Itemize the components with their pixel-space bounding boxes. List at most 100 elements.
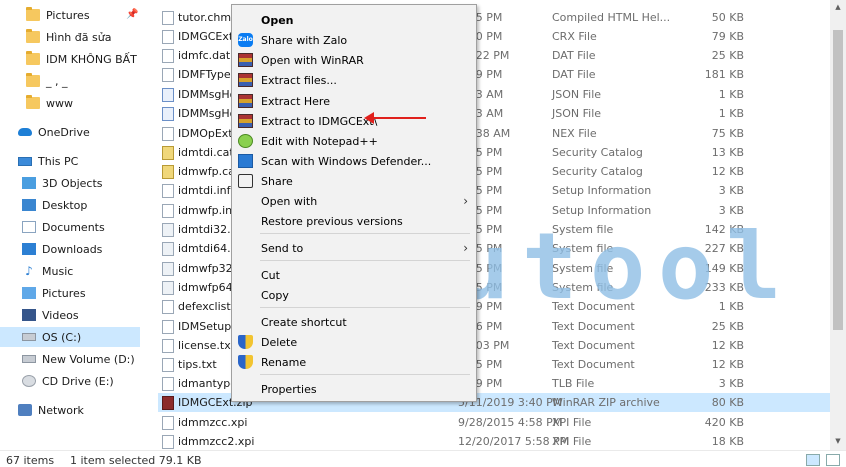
file-size: 13 KB	[711, 146, 744, 159]
nav-item-documents[interactable]: Documents	[0, 217, 140, 237]
menu-item-properties[interactable]: Properties	[232, 379, 476, 399]
nav-label: CD Drive (E:)	[42, 374, 114, 388]
menu-item-copy[interactable]: Copy	[232, 285, 476, 305]
file-size: 3 KB	[718, 377, 744, 390]
file-icon	[162, 377, 174, 391]
file-size: 227 KB	[704, 242, 744, 255]
file-size: 79 KB	[711, 30, 744, 43]
nav-item-folder-blank[interactable]: _ , _	[0, 71, 140, 91]
file-size: 1 KB	[718, 88, 744, 101]
file-name: idmwfp.inf	[178, 204, 237, 217]
json-file-icon	[162, 88, 174, 102]
file-name: idmmzcc2.xpi	[178, 435, 255, 448]
file-row[interactable]: idmmzcc2.xpi 12/20/2017 5:58 PM XPI File…	[158, 432, 830, 451]
file-type: TLB File	[552, 377, 595, 390]
menu-item-scan-with-defender[interactable]: Scan with Windows Defender...	[232, 151, 476, 171]
menu-label: Open with	[261, 195, 318, 208]
menu-label: Properties	[261, 383, 317, 396]
file-size: 181 KB	[704, 68, 744, 81]
file-size: 12 KB	[711, 358, 744, 371]
nav-item-cd-drive-e[interactable]: CD Drive (E:)	[0, 371, 140, 391]
menu-item-open-with-winrar[interactable]: Open with WinRAR	[232, 50, 476, 70]
menu-item-open-with[interactable]: Open with ›	[232, 191, 476, 211]
vertical-scrollbar[interactable]: ▲ ▼	[830, 0, 846, 450]
nav-item-desktop[interactable]: Desktop	[0, 195, 140, 215]
menu-item-restore-previous-versions[interactable]: Restore previous versions	[232, 211, 476, 231]
scroll-down-icon[interactable]: ▼	[833, 436, 843, 446]
notepad-plus-plus-icon	[238, 134, 253, 148]
status-bar: 67 items 1 item selected 79.1 KB	[0, 450, 846, 467]
file-type: XPI File	[552, 416, 592, 429]
menu-item-extract-to-folder[interactable]: Extract to IDMGCExt\	[232, 111, 476, 131]
menu-item-cut[interactable]: Cut	[232, 265, 476, 285]
menu-item-send-to[interactable]: Send to ›	[232, 238, 476, 258]
menu-item-share-with-zalo[interactable]: Zalo Share with Zalo	[232, 30, 476, 50]
file-icon	[162, 416, 174, 430]
menu-separator	[260, 233, 470, 234]
nav-label: Pictures	[42, 286, 86, 300]
file-name: idmfc.dat	[178, 49, 231, 62]
uac-shield-icon	[238, 335, 253, 349]
nav-label: Pictures	[46, 8, 90, 22]
file-name: IDMSetup2	[178, 320, 239, 333]
file-icon	[162, 339, 174, 353]
cloud-icon	[18, 128, 32, 136]
nav-item-os-c[interactable]: OS (C:)	[0, 327, 140, 347]
file-type: Setup Information	[552, 184, 652, 197]
nav-label: Documents	[42, 220, 105, 234]
nav-item-new-volume-d[interactable]: New Volume (D:)	[0, 349, 140, 369]
file-name: tips.txt	[178, 358, 217, 371]
chm-file-icon	[162, 11, 174, 25]
nav-item-this-pc[interactable]: This PC	[0, 151, 140, 171]
file-icon	[162, 435, 174, 449]
scroll-up-icon[interactable]: ▲	[833, 2, 843, 12]
navigation-pane: Pictures 📌 Hình đã sửa IDM KHÔNG BẤT LI …	[0, 0, 140, 450]
nav-label: www	[46, 96, 73, 110]
folder-icon	[26, 73, 40, 87]
nav-item-network[interactable]: Network	[0, 400, 140, 420]
menu-label: Open with WinRAR	[261, 54, 364, 67]
scrollbar-thumb[interactable]	[833, 30, 843, 330]
nav-item-videos[interactable]: Videos	[0, 305, 140, 325]
nav-item-3d-objects[interactable]: 3D Objects	[0, 173, 140, 193]
file-type: Setup Information	[552, 204, 652, 217]
file-icon	[162, 49, 174, 63]
menu-label: Rename	[261, 356, 307, 369]
winrar-archive-icon	[162, 396, 174, 410]
file-type: XPI File	[552, 435, 592, 448]
nav-item-hinh-da-sua[interactable]: Hình đã sửa	[0, 27, 140, 47]
file-size: 3 KB	[718, 204, 744, 217]
menu-item-share[interactable]: Share	[232, 171, 476, 191]
nav-label: _ , _	[46, 74, 68, 88]
details-view-icon[interactable]	[806, 454, 820, 466]
nav-item-pictures-quick[interactable]: Pictures 📌	[0, 5, 140, 25]
nav-label: 3D Objects	[42, 176, 103, 190]
nav-item-onedrive[interactable]: OneDrive	[0, 122, 140, 142]
large-icons-view-icon[interactable]	[826, 454, 840, 466]
menu-item-extract-here[interactable]: Extract Here	[232, 91, 476, 111]
nav-item-www[interactable]: www	[0, 93, 140, 113]
menu-item-open[interactable]: Open	[232, 10, 476, 30]
nav-item-music[interactable]: ♪ Music	[0, 261, 140, 281]
menu-item-create-shortcut[interactable]: Create shortcut	[232, 312, 476, 332]
menu-item-extract-files[interactable]: Extract files...	[232, 70, 476, 90]
menu-item-rename[interactable]: Rename	[232, 352, 476, 372]
file-type: Text Document	[552, 320, 635, 333]
file-name: idmantype	[178, 377, 238, 390]
menu-item-edit-with-notepad-plus-plus[interactable]: Edit with Notepad++	[232, 131, 476, 151]
nav-item-pictures[interactable]: Pictures	[0, 283, 140, 303]
file-type: DAT File	[552, 49, 596, 62]
menu-item-delete[interactable]: Delete	[232, 332, 476, 352]
nav-item-downloads[interactable]: Downloads	[0, 239, 140, 259]
file-row[interactable]: idmmzcc.xpi 9/28/2015 4:58 PM XPI File 4…	[158, 413, 830, 432]
item-count: 67 items	[6, 454, 55, 467]
selection-info: 1 item selected 79.1 KB	[70, 454, 202, 467]
cd-icon	[22, 375, 36, 387]
nav-item-idm-khong-bat-li[interactable]: IDM KHÔNG BẤT LI	[0, 49, 140, 69]
nav-label: Desktop	[42, 198, 88, 212]
folder-icon	[26, 29, 40, 43]
menu-label: Send to	[261, 242, 304, 255]
zalo-icon: Zalo	[238, 33, 253, 47]
menu-label: Create shortcut	[261, 316, 347, 329]
annotation-arrow-line	[370, 117, 426, 119]
